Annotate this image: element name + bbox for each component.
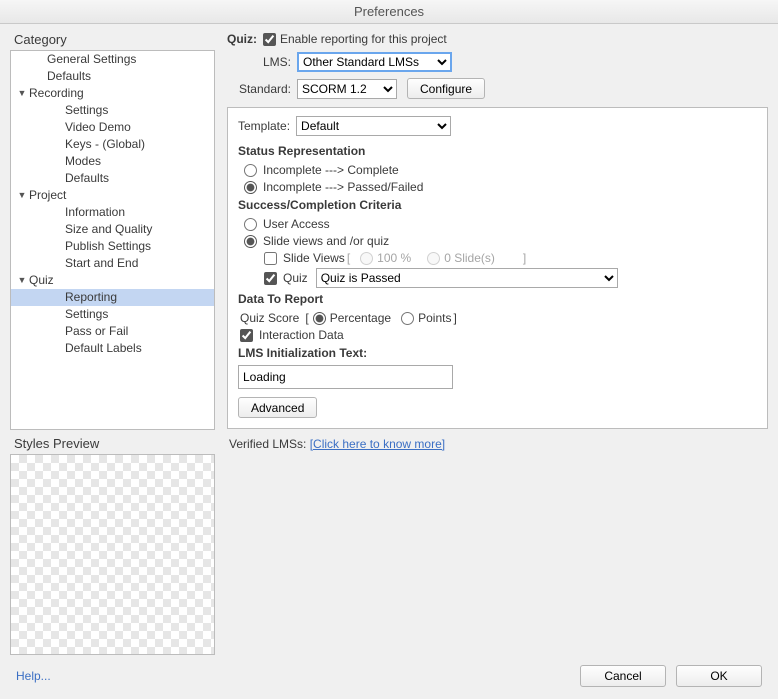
configure-button[interactable]: Configure [407, 78, 485, 99]
open-bracket-2: [ [305, 311, 308, 325]
tree-item-defaults[interactable]: Defaults [11, 68, 214, 85]
standard-label: Standard: [227, 82, 291, 96]
open-bracket: [ [347, 251, 350, 265]
category-tree[interactable]: General SettingsDefaults▼RecordingSettin… [10, 50, 215, 430]
tree-item-label: Defaults [65, 170, 109, 187]
tree-item-default-labels[interactable]: Default Labels [11, 340, 214, 357]
tree-item-label: Information [65, 204, 125, 221]
template-label: Template: [238, 119, 290, 133]
standard-select[interactable]: SCORM 1.2 [297, 79, 397, 99]
tree-item-publish-settings[interactable]: Publish Settings [11, 238, 214, 255]
tree-item-reporting[interactable]: Reporting [11, 289, 214, 306]
slide-views-checkbox[interactable] [264, 252, 277, 265]
lms-init-heading: LMS Initialization Text: [238, 346, 757, 360]
verified-lms-row: Verified LMSs: [Click here to know more] [229, 437, 768, 451]
tree-item-project[interactable]: ▼Project [11, 187, 214, 204]
tree-item-label: Default Labels [65, 340, 142, 357]
criteria-heading: Success/Completion Criteria [238, 198, 757, 212]
tree-item-quiz[interactable]: ▼Quiz [11, 272, 214, 289]
score-percentage-label: Percentage [330, 311, 391, 325]
tree-item-pass-or-fail[interactable]: Pass or Fail [11, 323, 214, 340]
tree-item-label: Recording [29, 85, 84, 102]
tree-item-label: Project [29, 187, 66, 204]
criteria-slide-quiz-label: Slide views and /or quiz [263, 234, 389, 248]
tree-item-defaults[interactable]: Defaults [11, 170, 214, 187]
status-rep-heading: Status Representation [238, 144, 757, 158]
status-incomplete-complete-radio[interactable] [244, 164, 257, 177]
tree-item-information[interactable]: Information [11, 204, 214, 221]
tree-item-keys-global-[interactable]: Keys - (Global) [11, 136, 214, 153]
disclosure-arrow-icon: ▼ [17, 187, 27, 204]
enable-reporting-checkbox[interactable] [263, 33, 276, 46]
tree-item-label: Quiz [29, 272, 54, 289]
score-points-label: Points [418, 311, 451, 325]
interaction-data-label: Interaction Data [259, 328, 344, 342]
tree-item-label: Defaults [47, 68, 91, 85]
tree-item-label: Modes [65, 153, 101, 170]
advanced-button[interactable]: Advanced [238, 397, 317, 418]
status-incomplete-complete-label: Incomplete ---> Complete [263, 163, 399, 177]
cancel-button[interactable]: Cancel [580, 665, 666, 687]
tree-item-settings[interactable]: Settings [11, 306, 214, 323]
tree-item-modes[interactable]: Modes [11, 153, 214, 170]
tree-item-start-and-end[interactable]: Start and End [11, 255, 214, 272]
tree-item-label: Start and End [65, 255, 138, 272]
tree-item-recording[interactable]: ▼Recording [11, 85, 214, 102]
close-bracket: ] [523, 251, 526, 265]
tree-item-label: Pass or Fail [65, 323, 128, 340]
tree-item-label: Settings [65, 102, 108, 119]
verified-lms-label: Verified LMSs: [229, 437, 310, 451]
verified-lms-link[interactable]: [Click here to know more] [310, 437, 445, 451]
tree-item-label: Size and Quality [65, 221, 152, 238]
quiz-checkbox[interactable] [264, 272, 277, 285]
tree-item-video-demo[interactable]: Video Demo [11, 119, 214, 136]
status-incomplete-passed-label: Incomplete ---> Passed/Failed [263, 180, 423, 194]
slide-views-percent-label: 100 % [377, 251, 411, 265]
window-title: Preferences [0, 0, 778, 24]
reporting-panel: Template: Default Status Representation … [227, 107, 768, 429]
help-link[interactable]: Help... [16, 669, 51, 683]
quiz-label: Quiz: [227, 32, 257, 46]
slide-views-percent-radio [360, 252, 373, 265]
tree-item-label: Video Demo [65, 119, 131, 136]
slide-views-count-label: 0 Slide(s) [444, 251, 495, 265]
quiz-criteria-select[interactable]: Quiz is Passed [316, 268, 618, 288]
slide-views-label: Slide Views [283, 251, 345, 265]
enable-reporting-label: Enable reporting for this project [280, 32, 447, 46]
disclosure-arrow-icon: ▼ [17, 85, 27, 102]
tree-item-settings[interactable]: Settings [11, 102, 214, 119]
interaction-data-checkbox[interactable] [240, 329, 253, 342]
styles-preview-heading: Styles Preview [14, 436, 215, 451]
tree-item-label: Publish Settings [65, 238, 151, 255]
styles-preview-canvas [10, 454, 215, 655]
tree-item-label: Settings [65, 306, 108, 323]
slide-views-count-radio [427, 252, 440, 265]
tree-item-label: Keys - (Global) [65, 136, 145, 153]
quiz-criteria-label: Quiz [283, 271, 308, 285]
score-percentage-radio[interactable] [313, 312, 326, 325]
data-report-heading: Data To Report [238, 292, 757, 306]
score-points-radio[interactable] [401, 312, 414, 325]
template-select[interactable]: Default [296, 116, 451, 136]
criteria-slide-quiz-radio[interactable] [244, 235, 257, 248]
tree-item-general-settings[interactable]: General Settings [11, 51, 214, 68]
lms-select[interactable]: Other Standard LMSs [297, 52, 452, 72]
tree-item-label: General Settings [47, 51, 136, 68]
criteria-user-access-label: User Access [263, 217, 330, 231]
tree-item-size-and-quality[interactable]: Size and Quality [11, 221, 214, 238]
tree-item-label: Reporting [65, 289, 117, 306]
disclosure-arrow-icon: ▼ [17, 272, 27, 289]
criteria-user-access-radio[interactable] [244, 218, 257, 231]
close-bracket-2: ] [453, 311, 456, 325]
lms-label: LMS: [227, 55, 291, 69]
ok-button[interactable]: OK [676, 665, 762, 687]
status-incomplete-passed-radio[interactable] [244, 181, 257, 194]
lms-init-input[interactable] [238, 365, 453, 389]
category-heading: Category [14, 32, 215, 47]
quiz-score-label: Quiz Score [240, 311, 299, 325]
